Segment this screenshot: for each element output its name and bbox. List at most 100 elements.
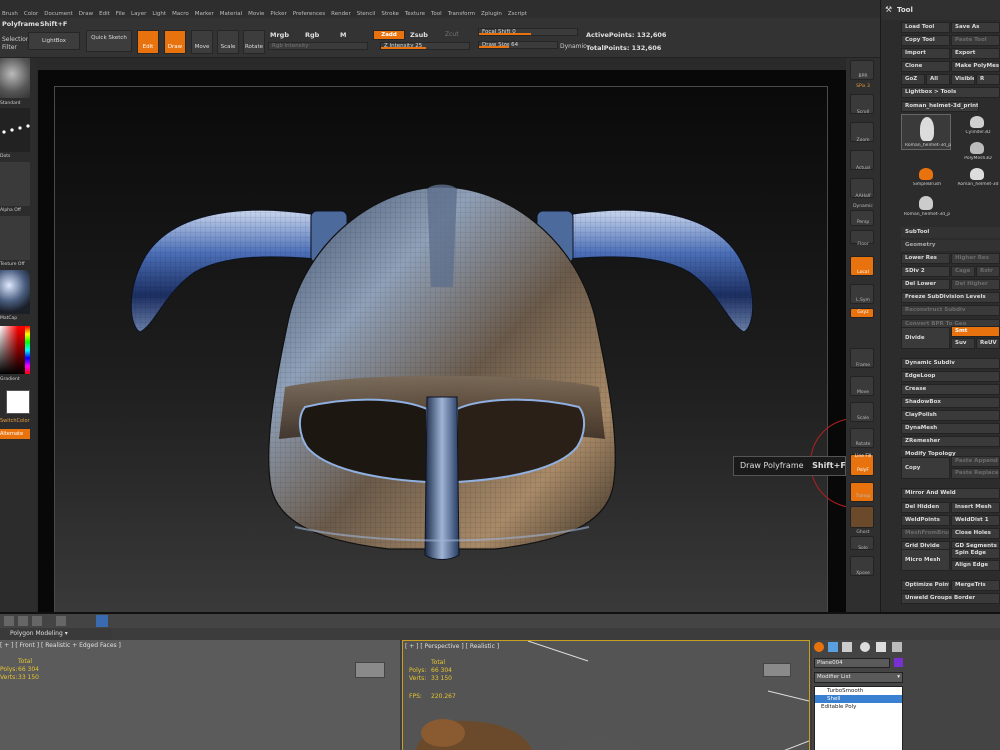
tool-thumb[interactable]: Roman_helmet-3d (953, 166, 1000, 190)
geometry-button-del-lower[interactable]: Del Lower (901, 279, 950, 291)
mrgb-toggle[interactable]: Mrgb (270, 31, 289, 39)
dynamic-label[interactable]: Dynamic (846, 204, 880, 209)
geometry-button-dynamesh[interactable]: DynaMesh (901, 423, 1000, 435)
geometry-button-del-hidden[interactable]: Del Hidden (901, 501, 950, 513)
geometry-button-shadowbox[interactable]: ShadowBox (901, 396, 1000, 408)
perspective-viewport[interactable]: [ + ] [ Perspective ] [ Realistic ] Tota… (402, 640, 810, 750)
ribbon-tab[interactable]: Polygon Modeling ▾ (0, 628, 112, 640)
rgb-intensity-slider[interactable]: Rgb Intensity (268, 42, 368, 50)
tool-thumb[interactable]: Cylinder3D (953, 114, 1000, 138)
rotate-button[interactable]: Rotate (243, 30, 265, 54)
toolbar-icon[interactable] (4, 616, 14, 626)
spix-label[interactable]: SPix 3 (846, 84, 880, 89)
tool-button-load-tool[interactable]: Load Tool (901, 22, 950, 33)
geometry-button-spin-edge[interactable]: Spin Edge (951, 547, 1000, 559)
geometry-button-micro-mesh[interactable]: Micro Mesh (901, 548, 950, 571)
dynamic-toggle[interactable]: Dynamic (560, 43, 586, 50)
tool-button-make-polymesh3d[interactable]: Make PolyMesh3D (951, 61, 1000, 72)
tool-button-copy-tool[interactable]: Copy Tool (901, 35, 950, 46)
z-intensity-slider[interactable]: Z Intensity 25 (380, 42, 470, 50)
stack-item-editable-poly[interactable]: Editable Poly (815, 703, 902, 711)
subtool-header[interactable]: SubTool (901, 227, 1000, 238)
viewcube[interactable] (763, 663, 791, 677)
tool-thumb[interactable]: Roman_helmet-3d_p (901, 194, 951, 220)
modifier-list-dropdown[interactable]: Modifier List ▾ (814, 672, 903, 683)
tool-button-save-as[interactable]: Save As (951, 22, 1000, 33)
stack-item-turbosmooth[interactable]: TurboSmooth (815, 687, 902, 695)
tool-button-goz[interactable]: GoZ (901, 74, 925, 85)
geometry-button-paste-append[interactable]: Paste Append (951, 456, 1000, 468)
move-button[interactable]: Move (191, 30, 213, 54)
geometry-button-divide[interactable]: Divide (901, 326, 950, 349)
toolbar-icon[interactable] (32, 616, 42, 626)
stroke-dots-thumb[interactable] (0, 108, 30, 152)
helmet-model[interactable] (55, 87, 829, 612)
tool-button-lightbox-tools[interactable]: Lightbox > Tools (901, 87, 1000, 98)
geometry-button-sdiv-2[interactable]: SDiv 2 (901, 266, 950, 278)
toolbar-icon[interactable] (18, 616, 28, 626)
geometry-button-mirror-and-weld[interactable]: Mirror And Weld (901, 488, 1000, 500)
alpha-thumb[interactable] (0, 162, 30, 206)
toolbar-icon[interactable] (96, 615, 108, 627)
zsub-toggle[interactable]: Zsub (410, 31, 428, 39)
stack-item-shell[interactable]: Shell (815, 695, 902, 703)
geometry-button-reconstruct-subdiv[interactable]: Reconstruct Subdiv (901, 305, 1000, 317)
geometry-button-welddist-1[interactable]: WeldDist 1 (951, 514, 1000, 526)
geometry-button-unweld-groups-border[interactable]: Unweld Groups Border (901, 593, 1000, 604)
transp-button[interactable] (850, 482, 874, 502)
toolbar-icon[interactable] (56, 616, 66, 626)
object-name-field[interactable]: Plane004 (814, 658, 890, 668)
create-tab-icon[interactable] (814, 642, 824, 652)
geometry-button-insert-mesh[interactable]: Insert Mesh (951, 501, 1000, 513)
ghost-button[interactable] (850, 506, 874, 528)
tool-button-clone[interactable]: Clone (901, 61, 950, 72)
geometry-button-dynamic-subdiv[interactable]: Dynamic Subdiv (901, 357, 1000, 369)
standard-brush-thumb[interactable] (0, 58, 30, 98)
zcut-toggle[interactable]: Zcut (445, 31, 459, 38)
geometry-button-suv[interactable]: Suv (951, 337, 975, 349)
geometry-button-claypolish[interactable]: ClayPolish (901, 410, 1000, 421)
geometry-button-zremesher[interactable]: ZRemesher (901, 436, 1000, 448)
geometry-button-align-edge[interactable]: Align Edge (951, 559, 1000, 571)
viewcube[interactable] (355, 662, 385, 678)
geometry-button-cage[interactable]: Cage (951, 266, 975, 278)
m-toggle[interactable]: M (340, 31, 346, 39)
geometry-button-optimize-points[interactable]: Optimize Points (901, 579, 950, 591)
zbrush-canvas[interactable] (38, 70, 900, 612)
geometry-button-higher-res[interactable]: Higher Res (951, 253, 1000, 264)
geometry-button-reuv[interactable]: ReUV (976, 337, 1000, 349)
tool-thumb[interactable]: PolyMesh3D (953, 140, 1000, 164)
tool-button-all[interactable]: All (926, 74, 950, 85)
switch-color-label[interactable]: SwitchColor (0, 418, 30, 424)
focal-shift-slider[interactable]: Focal Shift 0 (478, 28, 578, 36)
tool-button-export[interactable]: Export (951, 48, 1000, 59)
geometry-button-rstr[interactable]: Rstr (976, 266, 1000, 278)
geometry-button-crease[interactable]: Crease (901, 383, 1000, 395)
geometry-button-edgeloop[interactable]: EdgeLoop (901, 370, 1000, 382)
display-tab-icon[interactable] (876, 642, 886, 652)
matcap-thumb[interactable] (0, 270, 30, 314)
geometry-button-freeze-subdivision-levels[interactable]: Freeze SubDivision Levels (901, 292, 1000, 304)
modify-tab-icon[interactable] (828, 642, 838, 652)
tool-thumb[interactable]: SimpleBrush (901, 166, 951, 190)
rgb-toggle[interactable]: Rgb (305, 31, 319, 39)
geometry-button-mergetris[interactable]: MergeTris (951, 579, 1000, 591)
alternate-button[interactable]: Alternate (0, 429, 30, 439)
tool-thumb[interactable]: Roman_helmet-3d_p (901, 114, 951, 150)
edit-button[interactable]: Edit (137, 30, 159, 54)
tool-button-paste-tool[interactable]: Paste Tool (951, 35, 1000, 46)
motion-tab-icon[interactable] (860, 642, 870, 652)
quick-sketch-button[interactable]: Quick Sketch (86, 30, 132, 52)
tool-button-r[interactable]: R (976, 74, 1000, 85)
geometry-header[interactable]: Geometry (901, 240, 1000, 251)
tool-button-import[interactable]: Import (901, 48, 950, 59)
geometry-button-close-holes[interactable]: Close Holes (951, 527, 1000, 539)
geometry-button-copy[interactable]: Copy (901, 457, 950, 480)
utilities-tab-icon[interactable] (892, 642, 902, 652)
main-color-swatch[interactable] (6, 390, 30, 414)
draw-button[interactable]: Draw (164, 30, 186, 54)
lightbox-button[interactable]: LightBox (28, 32, 80, 50)
scale-button[interactable]: Scale (217, 30, 239, 54)
texture-thumb[interactable] (0, 216, 30, 260)
hierarchy-tab-icon[interactable] (842, 642, 852, 652)
